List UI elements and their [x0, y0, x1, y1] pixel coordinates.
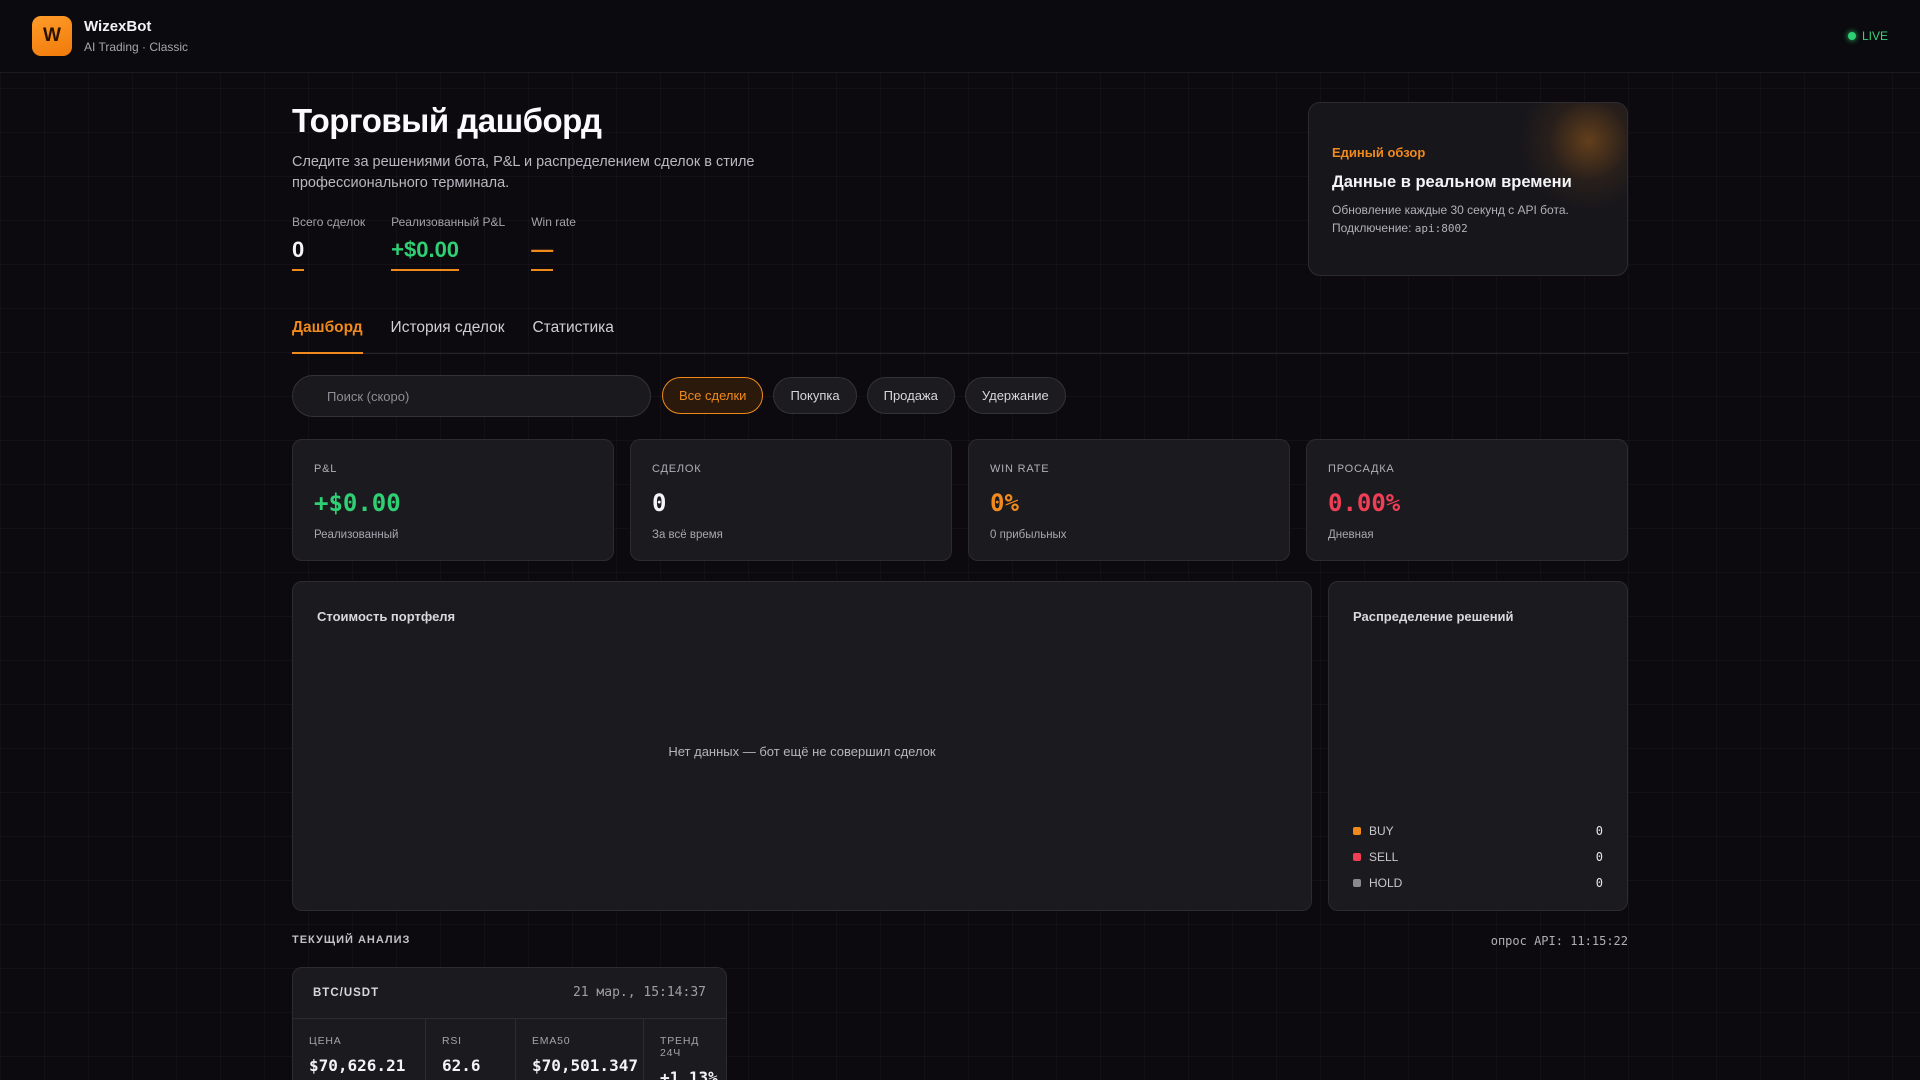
hero-kpis: Всего сделок 0 Реализованный P&L +$0.00 … [292, 215, 576, 271]
legend-count: 0 [1595, 876, 1603, 890]
sell-swatch-icon [1353, 853, 1361, 861]
legend-count: 0 [1595, 824, 1603, 838]
metric-trend-24h: ТРЕНД 24Ч +1.13% [644, 1019, 726, 1080]
tab-statistics[interactable]: Статистика [532, 310, 613, 354]
portfolio-empty-message: Нет данных — бот ещё не совершил сделок [668, 744, 936, 759]
metric-label: ТРЕНД 24Ч [660, 1035, 700, 1059]
analysis-section-label: ТЕКУЩИЙ АНАЛИЗ [292, 934, 411, 946]
info-card-eyebrow: Единый обзор [1332, 145, 1426, 160]
live-status-label: LIVE [1861, 29, 1888, 43]
poll-prefix: опрос [1490, 934, 1527, 948]
stat-card-win-rate: WIN RATE 0% 0 прибыльных [968, 439, 1290, 561]
stat-value: 0.00% [1328, 489, 1401, 517]
kpi-label: Win rate [531, 215, 576, 229]
legend-label: SELL [1369, 850, 1399, 864]
trade-filters: Все сделки Покупка Продажа Удержание [662, 377, 1066, 414]
stat-label: P&L [314, 463, 338, 475]
stat-card-trades: СДЕЛОК 0 За всё время [630, 439, 952, 561]
metric-value: 62.6 [442, 1056, 481, 1075]
metric-label: ЦЕНА [309, 1035, 342, 1047]
metric-label: EMA50 [532, 1035, 571, 1047]
kpi-realized-pnl: Реализованный P&L +$0.00 [391, 215, 505, 271]
api-poll-status: опрос API: 11:15:22 [1491, 934, 1628, 948]
legend-item-buy: BUY 0 [1353, 818, 1603, 844]
portfolio-title: Стоимость портфеля [317, 609, 456, 624]
info-card-text: Обновление каждые 30 секунд с API бота. [1332, 203, 1569, 217]
stat-label: WIN RATE [990, 463, 1050, 475]
trading-pair: BTC/USDT [313, 987, 380, 999]
legend-count: 0 [1595, 850, 1603, 864]
stat-label: ПРОСАДКА [1328, 463, 1395, 475]
distribution-title: Распределение решений [1353, 609, 1514, 624]
analysis-timestamp: 21 мар., 15:14:37 [572, 985, 706, 1000]
kpi-value: 0 [292, 237, 305, 271]
filter-hold[interactable]: Удержание [964, 377, 1066, 414]
stat-sublabel: Дневная [1328, 529, 1374, 541]
filter-buy[interactable]: Покупка [773, 377, 857, 414]
metric-value: $70,501.347 [532, 1056, 638, 1075]
top-bar: W WizexBot AI Trading · Classic LIVE [0, 0, 1920, 73]
live-status: LIVE [1847, 29, 1888, 43]
kpi-value: — [531, 237, 554, 271]
tab-trade-history[interactable]: История сделок [391, 310, 505, 354]
kpi-value: +$0.00 [391, 237, 460, 271]
tab-dashboard[interactable]: Дашборд [292, 310, 363, 354]
stat-sublabel: 0 прибыльных [990, 529, 1067, 541]
hold-swatch-icon [1353, 879, 1361, 887]
kpi-win-rate: Win rate — [531, 215, 576, 271]
legend-item-sell: SELL 0 [1353, 844, 1603, 870]
brand-name: WizexBot [84, 18, 152, 35]
legend-item-hold: HOLD 0 [1353, 870, 1603, 896]
analysis-card-btc[interactable]: BTC/USDT 21 мар., 15:14:37 ЦЕНА $70,626.… [292, 967, 727, 1080]
stat-value: 0% [990, 489, 1019, 517]
stat-sublabel: За всё время [652, 529, 723, 541]
connection-label: Подключение: [1332, 221, 1412, 235]
stat-label: СДЕЛОК [652, 463, 702, 475]
legend-label: BUY [1369, 824, 1394, 838]
metric-value: +1.13% [660, 1068, 718, 1080]
stat-sublabel: Реализованный [314, 529, 399, 541]
stat-value: +$0.00 [314, 489, 401, 517]
distribution-legend: BUY 0 SELL 0 HOLD 0 [1353, 818, 1603, 896]
info-card-title: Данные в реальном времени [1332, 173, 1572, 191]
brand-logo[interactable]: W [32, 16, 72, 56]
kpi-label: Реализованный P&L [391, 215, 506, 229]
metric-ema50: EMA50 $70,501.347 [516, 1019, 644, 1080]
live-dot-icon [1847, 32, 1856, 40]
portfolio-chart-panel: Стоимость портфеля Нет данных — бот ещё … [292, 581, 1312, 911]
metric-label: RSI [442, 1035, 462, 1047]
analysis-card-header: BTC/USDT 21 мар., 15:14:37 [293, 968, 726, 1019]
kpi-label: Всего сделок [292, 215, 366, 229]
kpi-total-trades: Всего сделок 0 [292, 215, 365, 271]
filter-all-trades[interactable]: Все сделки [662, 377, 764, 414]
metric-price: ЦЕНА $70,626.21 [293, 1019, 426, 1080]
main-tabs: Дашборд История сделок Статистика [292, 310, 1628, 354]
page-title: Торговый дашборд [292, 102, 602, 139]
analysis-metrics: ЦЕНА $70,626.21 RSI 62.6 EMA50 $70,501.3… [293, 1019, 726, 1080]
legend-label: HOLD [1369, 876, 1403, 890]
page-description: Следите за решениями бота, P&L и распред… [292, 154, 755, 191]
decision-distribution-panel: Распределение решений BUY 0 SELL 0 HOLD … [1328, 581, 1628, 911]
filter-sell[interactable]: Продажа [866, 377, 955, 414]
metric-value: $70,626.21 [309, 1056, 406, 1075]
connection-endpoint: api:8002 [1414, 222, 1468, 235]
info-card-connection: Подключение: api:8002 [1332, 221, 1468, 235]
search-input[interactable] [292, 375, 651, 417]
buy-swatch-icon [1353, 827, 1361, 835]
stat-value: 0 [652, 489, 667, 517]
realtime-info-card: Единый обзор Данные в реальном времени О… [1308, 102, 1628, 276]
stat-card-pnl: P&L +$0.00 Реализованный [292, 439, 614, 561]
stat-card-drawdown: ПРОСАДКА 0.00% Дневная [1306, 439, 1628, 561]
brand-subtitle: AI Trading · Classic [84, 40, 189, 54]
poll-value: API: 11:15:22 [1534, 934, 1628, 948]
metric-rsi: RSI 62.6 [426, 1019, 516, 1080]
